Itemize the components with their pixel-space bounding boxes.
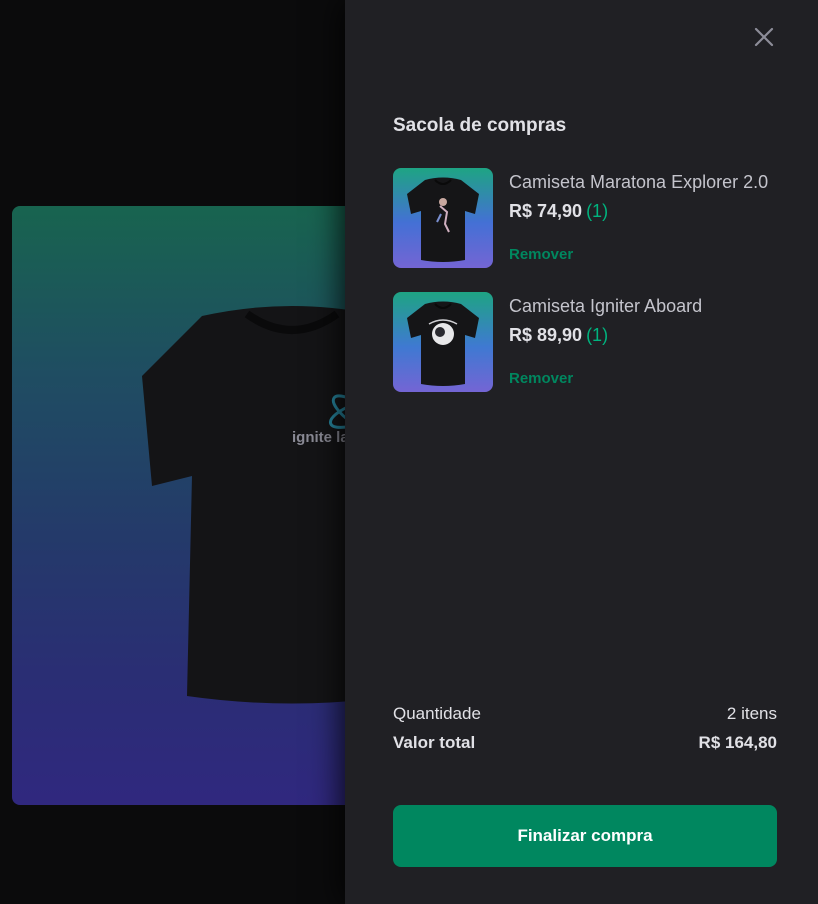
quantity-row: Quantidade 2 itens — [393, 699, 777, 728]
item-price-row: R$ 89,90 (1) — [509, 325, 608, 346]
item-quantity: (1) — [586, 325, 609, 345]
quantity-value: 2 itens — [726, 703, 777, 723]
item-name: Camiseta Maratona Explorer 2.0 — [509, 172, 769, 192]
close-button[interactable] — [751, 24, 777, 50]
tshirt-icon — [407, 177, 479, 262]
drawer-title: Sacola de compras — [393, 115, 567, 136]
page: ignite lab Sacola de compras Camiseta Ma… — [0, 0, 818, 904]
remove-item-button[interactable]: Remover — [509, 246, 573, 263]
item-price: R$ 89,90 — [509, 325, 583, 345]
shopping-bag-drawer: Sacola de compras Camiseta Maratona Expl… — [345, 0, 818, 904]
order-summary: Quantidade 2 itens Valor total R$ 164,80 — [393, 699, 777, 757]
item-quantity: (1) — [586, 201, 609, 221]
item-price-row: R$ 74,90 (1) — [509, 201, 608, 222]
item-price: R$ 74,90 — [509, 201, 583, 221]
close-icon — [754, 27, 774, 47]
total-row: Valor total R$ 164,80 — [393, 728, 777, 757]
tshirt-icon — [407, 301, 479, 386]
total-label: Valor total — [393, 732, 476, 752]
item-thumbnail — [393, 168, 493, 268]
tshirt-image: ignite lab — [142, 306, 372, 704]
remove-item-button[interactable]: Remover — [509, 370, 573, 387]
cart-item: Camiseta Maratona Explorer 2.0 R$ 74,90(… — [393, 168, 773, 269]
item-name: Camiseta Igniter Aboard — [509, 296, 703, 316]
product-card[interactable]: ignite lab — [12, 206, 372, 805]
total-value: R$ 164,80 — [698, 732, 777, 752]
item-thumbnail — [393, 292, 493, 392]
checkout-button[interactable]: Finalizar compra — [393, 805, 777, 867]
cart-item: Camiseta Igniter Aboard R$ 89,90 (1) Remo… — [393, 292, 773, 393]
quantity-label: Quantidade — [393, 703, 481, 723]
